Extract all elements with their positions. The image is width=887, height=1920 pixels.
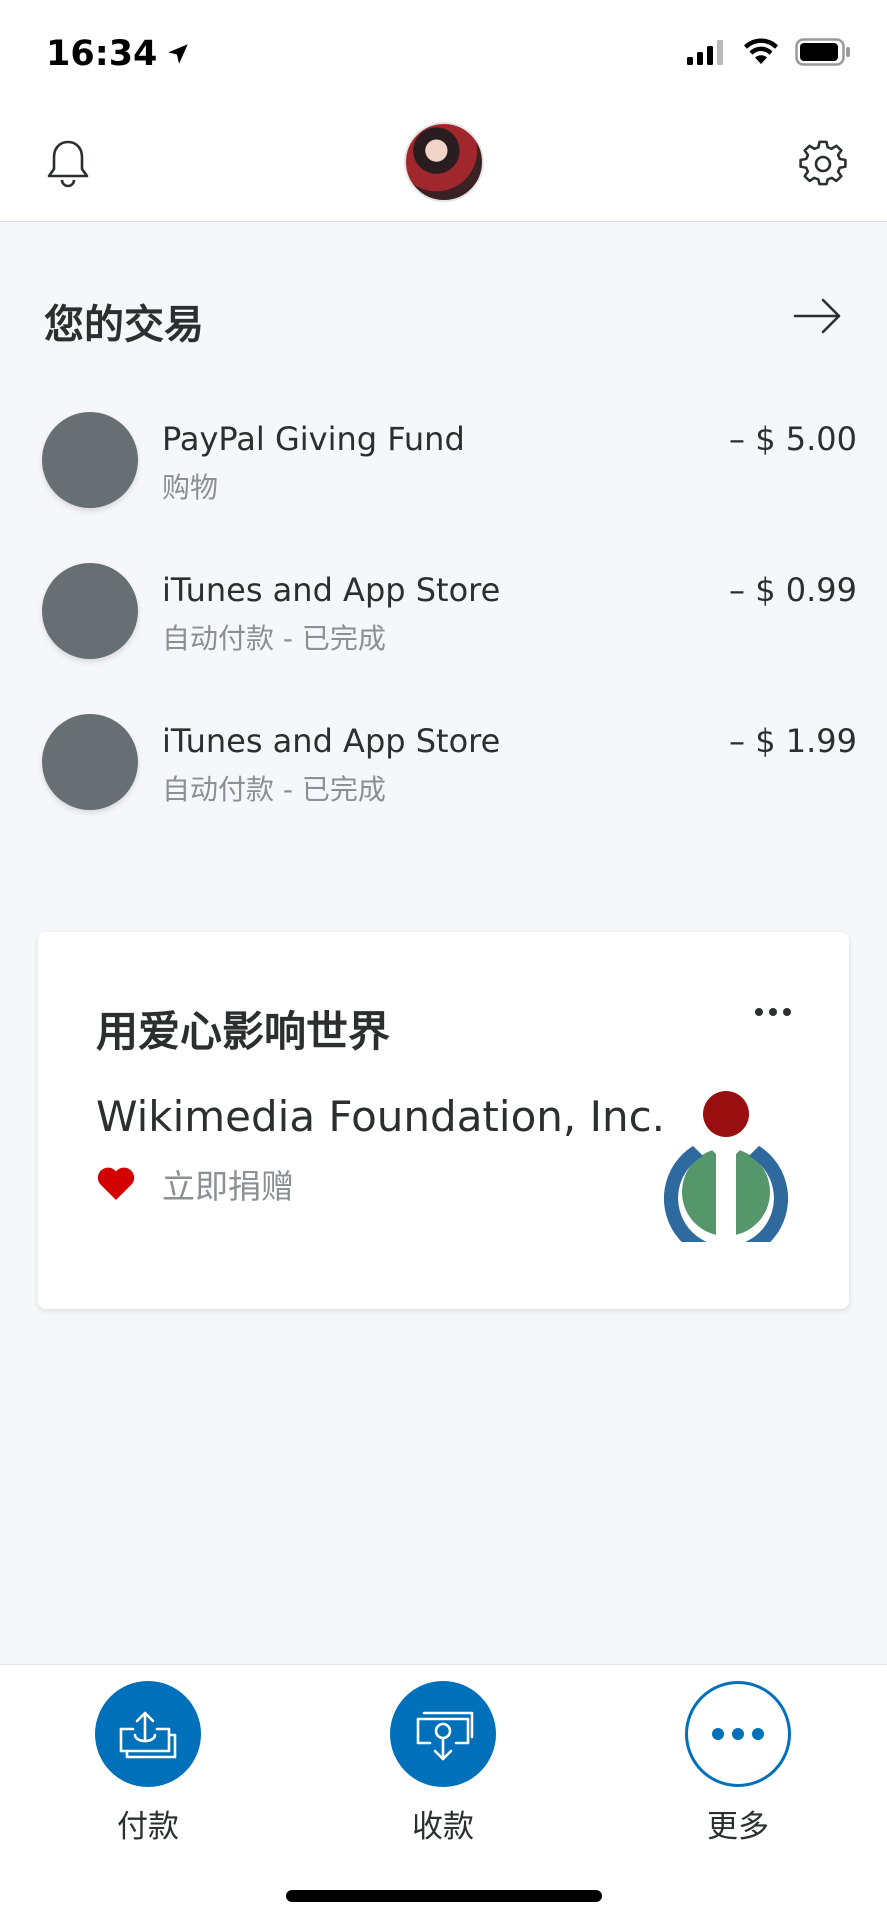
heart-icon bbox=[97, 1167, 135, 1200]
status-time-text: 16:34 bbox=[46, 34, 158, 74]
status-time: 16:34 bbox=[46, 34, 191, 74]
donate-label: 立即捐赠 bbox=[162, 1167, 294, 1206]
transaction-row[interactable]: iTunes and App Store 自动付款 - 已完成 – $ 1.99 bbox=[0, 714, 887, 834]
pay-button[interactable]: 付款 bbox=[68, 1681, 228, 1846]
request-money-icon bbox=[416, 1711, 474, 1761]
dot bbox=[769, 1008, 777, 1016]
bell-icon[interactable] bbox=[44, 138, 92, 190]
transaction-status: 自动付款 - 已完成 bbox=[162, 622, 386, 655]
profile-avatar[interactable] bbox=[404, 122, 484, 202]
location-arrow-icon bbox=[168, 44, 189, 64]
receive-label: 收款 bbox=[412, 1809, 474, 1845]
send-money-icon bbox=[119, 1711, 177, 1759]
receive-button[interactable]: 收款 bbox=[363, 1681, 523, 1846]
transaction-amount: – $ 0.99 bbox=[729, 571, 857, 609]
transaction-merchant: iTunes and App Store bbox=[162, 571, 501, 609]
transaction-row[interactable]: iTunes and App Store 自动付款 - 已完成 – $ 0.99 bbox=[0, 563, 887, 683]
merchant-avatar bbox=[42, 412, 138, 508]
transaction-row[interactable]: PayPal Giving Fund 购物 – $ 5.00 bbox=[0, 412, 887, 532]
dot bbox=[783, 1008, 791, 1016]
more-dots-icon bbox=[712, 1728, 764, 1740]
dot bbox=[755, 1008, 763, 1016]
transaction-amount: – $ 1.99 bbox=[729, 722, 857, 760]
transactions-title: 您的交易 bbox=[44, 302, 204, 348]
organization-name: Wikimedia Foundation, Inc. bbox=[96, 1092, 666, 1141]
transaction-status: 自动付款 - 已完成 bbox=[162, 773, 386, 806]
wifi-icon bbox=[744, 38, 778, 64]
more-icon-circle bbox=[685, 1681, 791, 1787]
receive-icon-circle bbox=[390, 1681, 496, 1787]
arrow-right-icon[interactable] bbox=[793, 296, 843, 336]
bottom-nav: 付款 收款 更多 bbox=[0, 1664, 887, 1920]
status-bar: 16:34 bbox=[0, 0, 887, 110]
transaction-amount: – $ 5.00 bbox=[729, 420, 857, 458]
app-header bbox=[0, 110, 887, 222]
pay-icon-circle bbox=[95, 1681, 201, 1787]
card-title: 用爱心影响世界 bbox=[96, 1007, 391, 1056]
screen: 16:34 您的交易 PayPal Giving Fund 购物 – $ 5.0… bbox=[0, 0, 887, 1920]
home-indicator[interactable] bbox=[286, 1890, 602, 1902]
merchant-avatar bbox=[42, 563, 138, 659]
donate-now-link[interactable]: 立即捐赠 bbox=[96, 1160, 294, 1208]
donation-card[interactable]: 用爱心影响世界 Wikimedia Foundation, Inc. 立即捐赠 bbox=[38, 932, 849, 1309]
more-label: 更多 bbox=[707, 1809, 769, 1845]
battery-icon bbox=[795, 38, 850, 66]
signal-icon bbox=[687, 40, 723, 65]
more-button[interactable]: 更多 bbox=[658, 1681, 818, 1846]
transaction-merchant: iTunes and App Store bbox=[162, 722, 501, 760]
transaction-merchant: PayPal Giving Fund bbox=[162, 420, 465, 458]
merchant-avatar bbox=[42, 714, 138, 810]
pay-label: 付款 bbox=[117, 1809, 179, 1845]
more-options-icon[interactable] bbox=[755, 1008, 791, 1016]
status-indicators bbox=[687, 38, 851, 66]
gear-icon[interactable] bbox=[799, 140, 847, 188]
wikimedia-logo bbox=[664, 1091, 788, 1242]
transaction-status: 购物 bbox=[162, 471, 219, 504]
